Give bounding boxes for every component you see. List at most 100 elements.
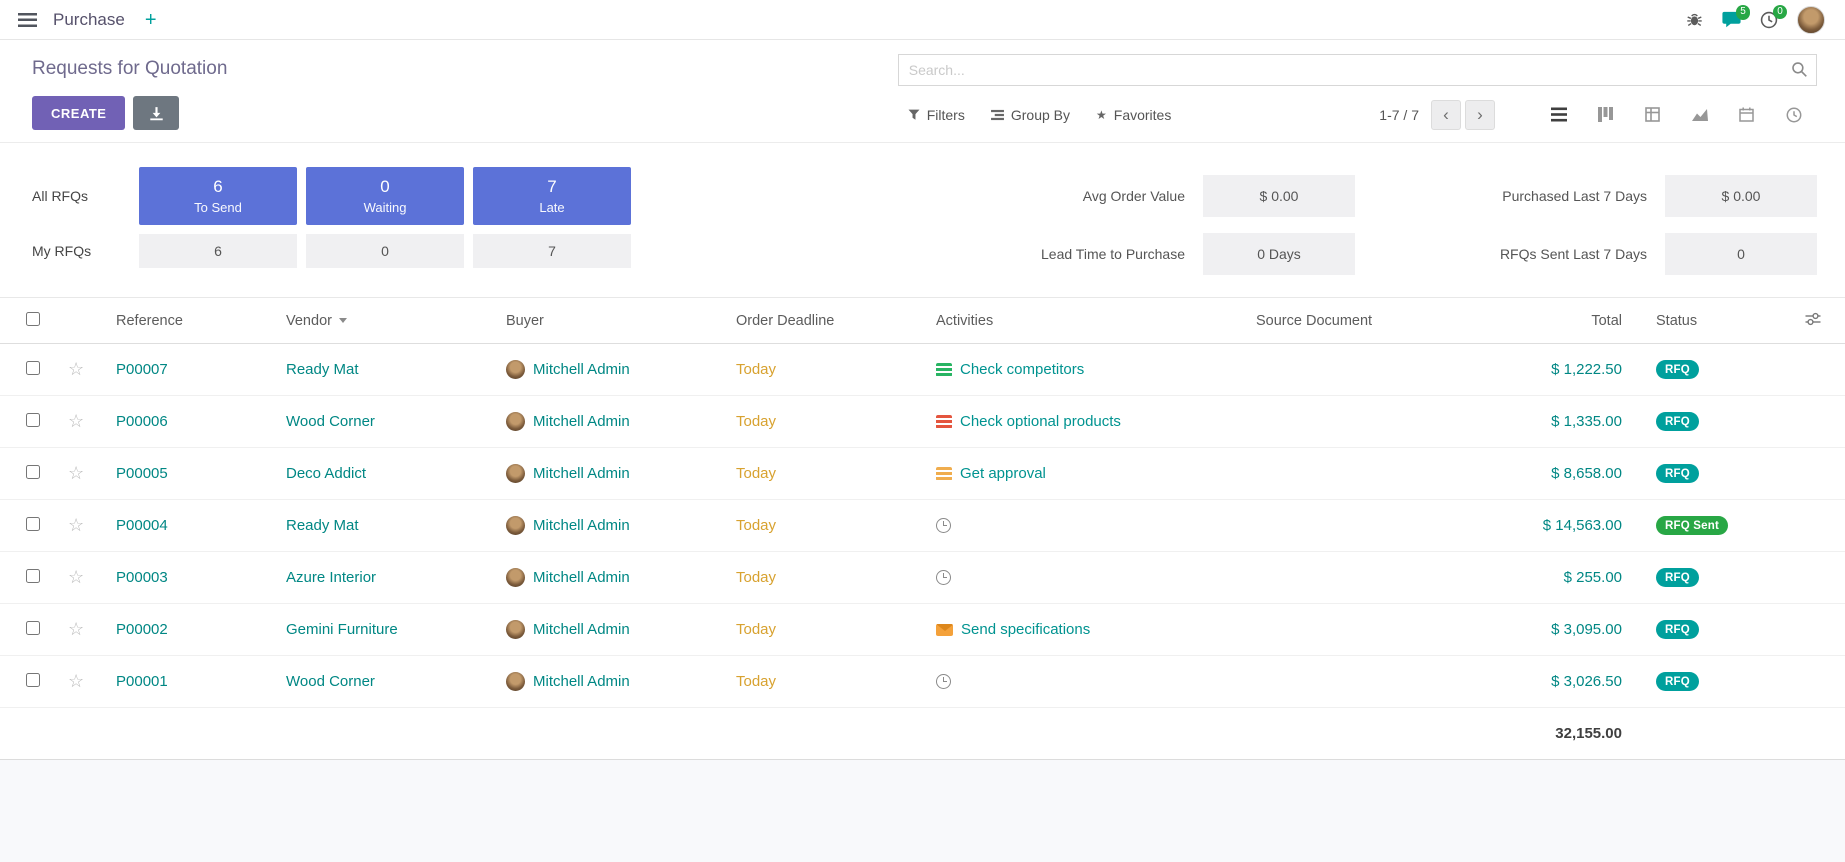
buyer-avatar [506, 516, 525, 535]
my-waiting-box[interactable]: 0 [306, 234, 464, 268]
group-by-button[interactable]: Group By [991, 107, 1070, 123]
column-header-total[interactable]: Total [1460, 298, 1640, 344]
table-footer-row: 32,155.00 [0, 708, 1845, 760]
column-header-status[interactable]: Status [1640, 298, 1746, 344]
favorite-star-icon[interactable]: ☆ [68, 567, 84, 587]
buyer-link[interactable]: Mitchell Admin [533, 621, 630, 638]
row-checkbox[interactable] [26, 413, 40, 427]
vendor-link[interactable]: Ready Mat [286, 517, 359, 534]
reference-link[interactable]: P00002 [116, 621, 168, 638]
pager-next-button[interactable]: › [1465, 100, 1495, 130]
activity-icon[interactable] [936, 518, 951, 533]
activities-clock-icon[interactable]: 0 [1760, 11, 1778, 29]
column-header-order-deadline[interactable]: Order Deadline [720, 298, 920, 344]
user-avatar[interactable] [1797, 6, 1825, 34]
activity-view-button[interactable] [1770, 99, 1817, 130]
waiting-box[interactable]: 0 Waiting [306, 167, 464, 225]
activity-icon[interactable] [936, 415, 952, 429]
reference-link[interactable]: P00004 [116, 517, 168, 534]
vendor-link[interactable]: Gemini Furniture [286, 621, 398, 638]
favorite-star-icon[interactable]: ☆ [68, 411, 84, 431]
reference-link[interactable]: P00006 [116, 413, 168, 430]
table-row[interactable]: ☆ P00003 Azure Interior Mitchell Admin T… [0, 552, 1845, 604]
table-row[interactable]: ☆ P00005 Deco Addict Mitchell Admin Toda… [0, 448, 1845, 500]
source-document [1240, 344, 1460, 396]
column-header-buyer[interactable]: Buyer [490, 298, 720, 344]
table-row[interactable]: ☆ P00001 Wood Corner Mitchell Admin Toda… [0, 656, 1845, 708]
table-row[interactable]: ☆ P00007 Ready Mat Mitchell Admin Today … [0, 344, 1845, 396]
favorite-star-icon[interactable]: ☆ [68, 619, 84, 639]
vendor-link[interactable]: Deco Addict [286, 465, 366, 482]
search-icon[interactable] [1791, 61, 1808, 83]
column-header-activities[interactable]: Activities [920, 298, 1240, 344]
favorite-star-icon[interactable]: ☆ [68, 671, 84, 691]
buyer-link[interactable]: Mitchell Admin [533, 673, 630, 690]
my-rfqs-label: My RFQs [32, 243, 130, 259]
pager-previous-button[interactable]: ‹ [1431, 100, 1461, 130]
table-row[interactable]: ☆ P00006 Wood Corner Mitchell Admin Toda… [0, 396, 1845, 448]
optional-columns-button[interactable] [1746, 298, 1845, 344]
activity-icon[interactable] [936, 363, 952, 377]
buyer-avatar [506, 620, 525, 639]
row-checkbox[interactable] [26, 673, 40, 687]
table-row[interactable]: ☆ P00004 Ready Mat Mitchell Admin Today … [0, 500, 1845, 552]
status-badge: RFQ [1656, 620, 1699, 639]
calendar-view-button[interactable] [1723, 99, 1770, 130]
activity-label[interactable]: Check competitors [960, 361, 1084, 378]
apps-menu-icon[interactable] [18, 13, 37, 27]
app-title[interactable]: Purchase [53, 10, 125, 30]
filters-button[interactable]: Filters [908, 107, 965, 123]
row-checkbox[interactable] [26, 621, 40, 635]
activity-icon[interactable] [936, 674, 951, 689]
favorite-star-icon[interactable]: ☆ [68, 359, 84, 379]
reference-link[interactable]: P00007 [116, 361, 168, 378]
my-late-box[interactable]: 7 [473, 234, 631, 268]
vendor-link[interactable]: Wood Corner [286, 413, 375, 430]
plus-icon[interactable]: + [141, 10, 161, 30]
buyer-link[interactable]: Mitchell Admin [533, 361, 630, 378]
calendar-view-icon [1739, 107, 1754, 122]
vendor-link[interactable]: Wood Corner [286, 673, 375, 690]
list-view-button[interactable] [1535, 99, 1582, 130]
vendor-link[interactable]: Ready Mat [286, 361, 359, 378]
activity-icon[interactable] [936, 467, 952, 481]
reference-link[interactable]: P00003 [116, 569, 168, 586]
buyer-link[interactable]: Mitchell Admin [533, 413, 630, 430]
messages-icon[interactable]: 5 [1722, 11, 1741, 28]
activity-label[interactable]: Get approval [960, 465, 1046, 482]
buyer-link[interactable]: Mitchell Admin [533, 569, 630, 586]
buyer-link[interactable]: Mitchell Admin [533, 465, 630, 482]
kanban-view-button[interactable] [1582, 99, 1629, 130]
order-deadline: Today [736, 465, 776, 482]
select-all-checkbox[interactable] [26, 312, 40, 326]
column-header-vendor[interactable]: Vendor [270, 298, 490, 344]
buyer-link[interactable]: Mitchell Admin [533, 517, 630, 534]
column-header-source-document[interactable]: Source Document [1240, 298, 1460, 344]
activity-label[interactable]: Check optional products [960, 413, 1121, 430]
vendor-link[interactable]: Azure Interior [286, 569, 376, 586]
create-button[interactable]: CREATE [32, 96, 125, 130]
favorite-star-icon[interactable]: ☆ [68, 463, 84, 483]
search-input[interactable] [898, 54, 1817, 86]
export-button[interactable] [133, 96, 179, 130]
to-send-box[interactable]: 6 To Send [139, 167, 297, 225]
graph-view-button[interactable] [1676, 99, 1723, 130]
favorite-star-icon[interactable]: ☆ [68, 515, 84, 535]
my-to-send-box[interactable]: 6 [139, 234, 297, 268]
late-box[interactable]: 7 Late [473, 167, 631, 225]
row-checkbox[interactable] [26, 361, 40, 375]
table-row[interactable]: ☆ P00002 Gemini Furniture Mitchell Admin… [0, 604, 1845, 656]
row-checkbox[interactable] [26, 569, 40, 583]
activity-icon[interactable] [936, 570, 951, 585]
pivot-view-button[interactable] [1629, 99, 1676, 130]
column-header-reference[interactable]: Reference [100, 298, 270, 344]
activity-label[interactable]: Send specifications [961, 621, 1090, 638]
row-checkbox[interactable] [26, 517, 40, 531]
debug-bug-icon[interactable] [1686, 11, 1703, 28]
kpi-avg-order-value: Avg Order Value $ 0.00 [957, 175, 1355, 217]
favorites-button[interactable]: ★ Favorites [1096, 107, 1171, 123]
reference-link[interactable]: P00005 [116, 465, 168, 482]
activity-icon[interactable] [936, 624, 953, 636]
row-checkbox[interactable] [26, 465, 40, 479]
reference-link[interactable]: P00001 [116, 673, 168, 690]
